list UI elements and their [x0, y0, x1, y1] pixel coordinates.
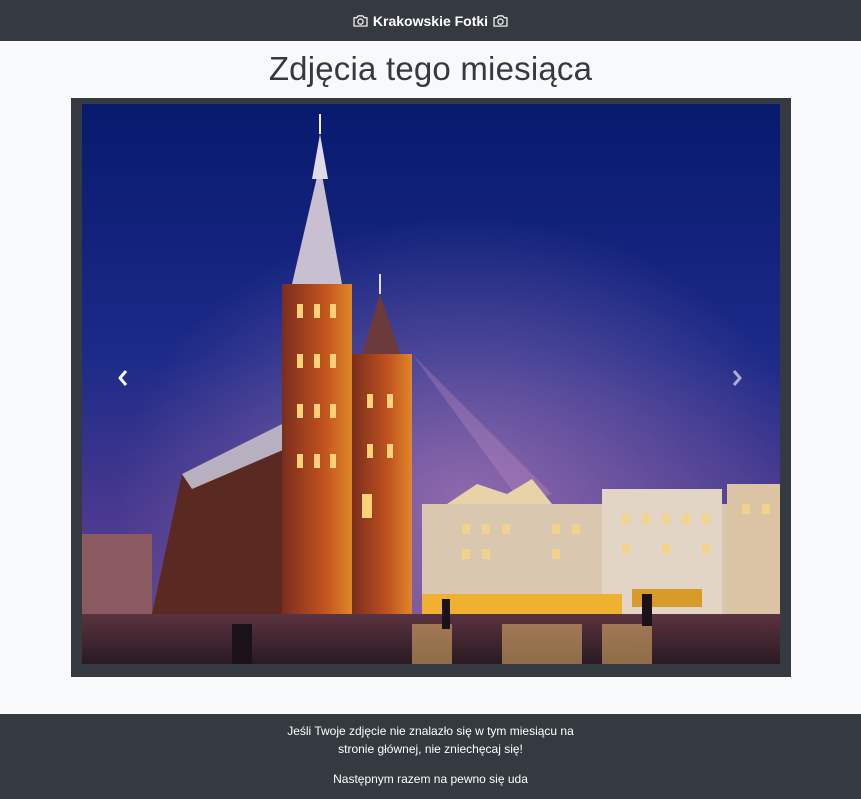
navbar: Krakowskie Fotki — [0, 0, 861, 41]
page-title: Zdjęcia tego miesiąca — [268, 50, 593, 87]
chevron-left-icon — [118, 370, 128, 386]
carousel-prev-button[interactable] — [103, 358, 143, 398]
footer-message: Jeśli Twoje zdjęcie nie znalazło się w t… — [287, 724, 574, 756]
navbar-brand[interactable]: Krakowskie Fotki — [353, 13, 508, 29]
camera-icon — [493, 15, 508, 27]
footer-cta: Następnym razem na pewno się uda — [333, 772, 528, 786]
carousel-slide-image — [82, 104, 780, 664]
footer: Jeśli Twoje zdjęcie nie znalazło się w t… — [0, 714, 861, 799]
carousel-next-button[interactable] — [717, 358, 757, 398]
carousel — [71, 98, 791, 677]
camera-icon — [353, 15, 368, 27]
brand-label: Krakowskie Fotki — [372, 12, 489, 29]
chevron-right-icon — [732, 370, 742, 386]
